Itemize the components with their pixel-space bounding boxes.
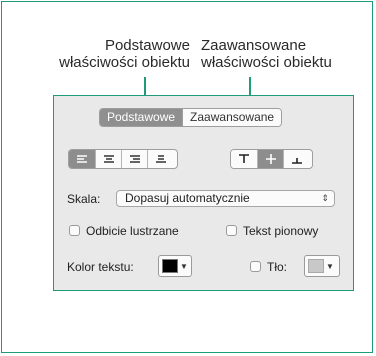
vertical-text-checkbox[interactable] xyxy=(226,225,237,236)
background-checkbox[interactable] xyxy=(250,261,261,272)
align-right-button[interactable] xyxy=(121,150,147,168)
tab-advanced[interactable]: Zaawansowane xyxy=(182,109,282,126)
mirror-checkbox[interactable] xyxy=(69,225,80,236)
align-top-button[interactable] xyxy=(231,150,257,168)
text-color-swatch xyxy=(162,259,178,273)
align-justify-icon xyxy=(155,155,166,163)
vertical-text-label: Tekst pionowy xyxy=(243,224,319,238)
scale-select[interactable]: Dopasuj automatycznie ⇕ xyxy=(116,190,335,207)
scale-select-value: Dopasuj automatycznie xyxy=(125,191,250,205)
align-bottom-icon xyxy=(291,158,302,164)
align-left-button[interactable] xyxy=(69,150,95,168)
callout-basic-line2: właściwości obiektu xyxy=(59,54,190,71)
background-color-swatch xyxy=(308,259,324,273)
align-left-icon xyxy=(77,155,87,163)
align-bottom-button[interactable] xyxy=(283,150,309,168)
horizontal-alignment-group xyxy=(68,149,178,169)
callout-advanced-line2: właściwości obiektu xyxy=(201,54,332,71)
text-color-label: Kolor tekstu: xyxy=(67,260,134,274)
callout-basic-line1: Podstawowe xyxy=(104,37,190,54)
callout-basic: Podstawowe właściwości obiektu xyxy=(20,37,190,71)
mirror-label: Odbicie lustrzane xyxy=(86,224,179,238)
background-color-well[interactable]: ▼ xyxy=(304,255,340,277)
vertical-alignment-group xyxy=(230,149,313,169)
scale-label: Skala: xyxy=(67,192,101,206)
chevron-down-icon: ▼ xyxy=(180,261,188,271)
inspector-panel: Podstawowe Zaawansowane Skala: Dopasuj a… xyxy=(53,95,354,291)
callout-advanced-line1: Zaawansowane xyxy=(201,37,307,54)
align-right-icon xyxy=(129,155,140,163)
align-middle-icon xyxy=(265,154,276,164)
align-center-button[interactable] xyxy=(95,150,121,168)
align-center-icon xyxy=(103,155,114,163)
align-justify-button[interactable] xyxy=(147,150,173,168)
tab-basic[interactable]: Podstawowe xyxy=(100,109,183,126)
text-color-well[interactable]: ▼ xyxy=(158,255,192,277)
background-label: Tło: xyxy=(267,260,288,274)
align-middle-button[interactable] xyxy=(257,150,283,168)
callout-advanced: Zaawansowane właściwości obiektu xyxy=(201,37,351,71)
select-arrows-icon: ⇕ xyxy=(321,193,329,203)
chevron-down-icon: ▼ xyxy=(326,261,334,271)
tab-switcher: Podstawowe Zaawansowane xyxy=(99,108,283,127)
align-top-icon xyxy=(239,154,249,163)
